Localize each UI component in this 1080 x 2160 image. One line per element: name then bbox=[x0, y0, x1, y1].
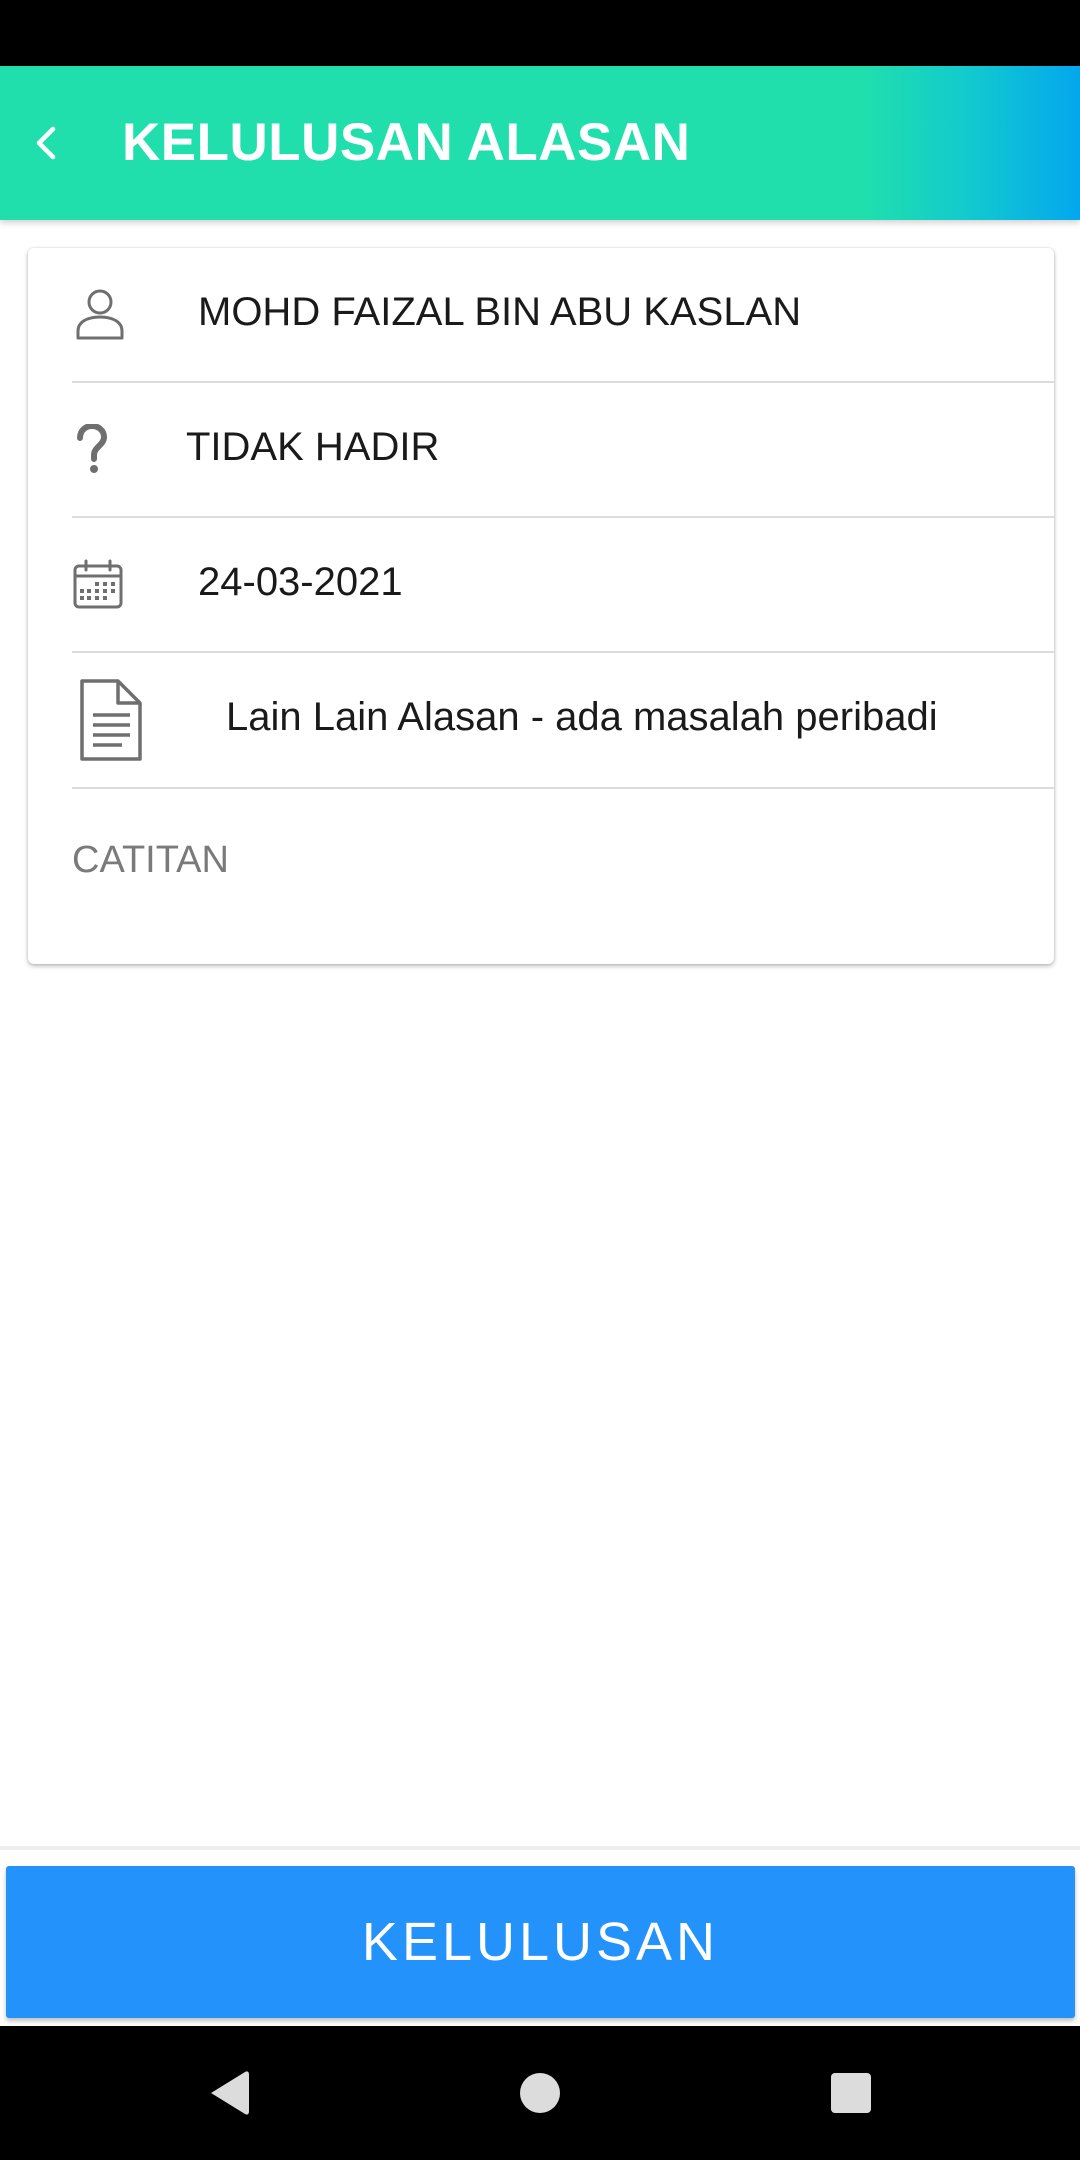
status-bar bbox=[0, 0, 1080, 66]
date-row: 24-03-2021 bbox=[72, 518, 1054, 653]
square-recents-icon[interactable] bbox=[814, 2056, 888, 2130]
page-title: KELULUSAN ALASAN bbox=[122, 113, 691, 172]
reason-row: Lain Lain Alasan - ada masalah peribadi bbox=[72, 653, 1054, 789]
applicant-name: MOHD FAIZAL BIN ABU KASLAN bbox=[198, 290, 802, 334]
reason-detail-card: MOHD FAIZAL BIN ABU KASLAN TIDAK HADIR 2… bbox=[28, 248, 1054, 964]
absence-date: 24-03-2021 bbox=[198, 560, 403, 604]
absence-reason: Lain Lain Alasan - ada masalah peribadi bbox=[226, 695, 938, 739]
app-bar: KELULUSAN ALASAN bbox=[0, 66, 1080, 220]
document-icon bbox=[78, 677, 144, 763]
approve-button[interactable]: KELULUSAN bbox=[6, 1866, 1075, 2018]
applicant-name-row: MOHD FAIZAL BIN ABU KASLAN bbox=[72, 248, 1054, 383]
attendance-status: TIDAK HADIR bbox=[186, 425, 440, 469]
circle-home-icon[interactable] bbox=[503, 2056, 577, 2130]
system-navigation-bar bbox=[0, 2026, 1080, 2160]
calendar-icon bbox=[72, 558, 124, 610]
question-mark-icon bbox=[72, 423, 112, 475]
back-button[interactable] bbox=[14, 110, 80, 176]
bottom-divider bbox=[0, 1846, 1080, 1850]
note-field[interactable]: CATITAN bbox=[72, 810, 1032, 910]
triangle-back-icon[interactable] bbox=[192, 2056, 266, 2130]
chevron-left-icon bbox=[36, 126, 56, 160]
person-icon bbox=[72, 286, 128, 342]
attendance-status-row: TIDAK HADIR bbox=[72, 383, 1054, 518]
